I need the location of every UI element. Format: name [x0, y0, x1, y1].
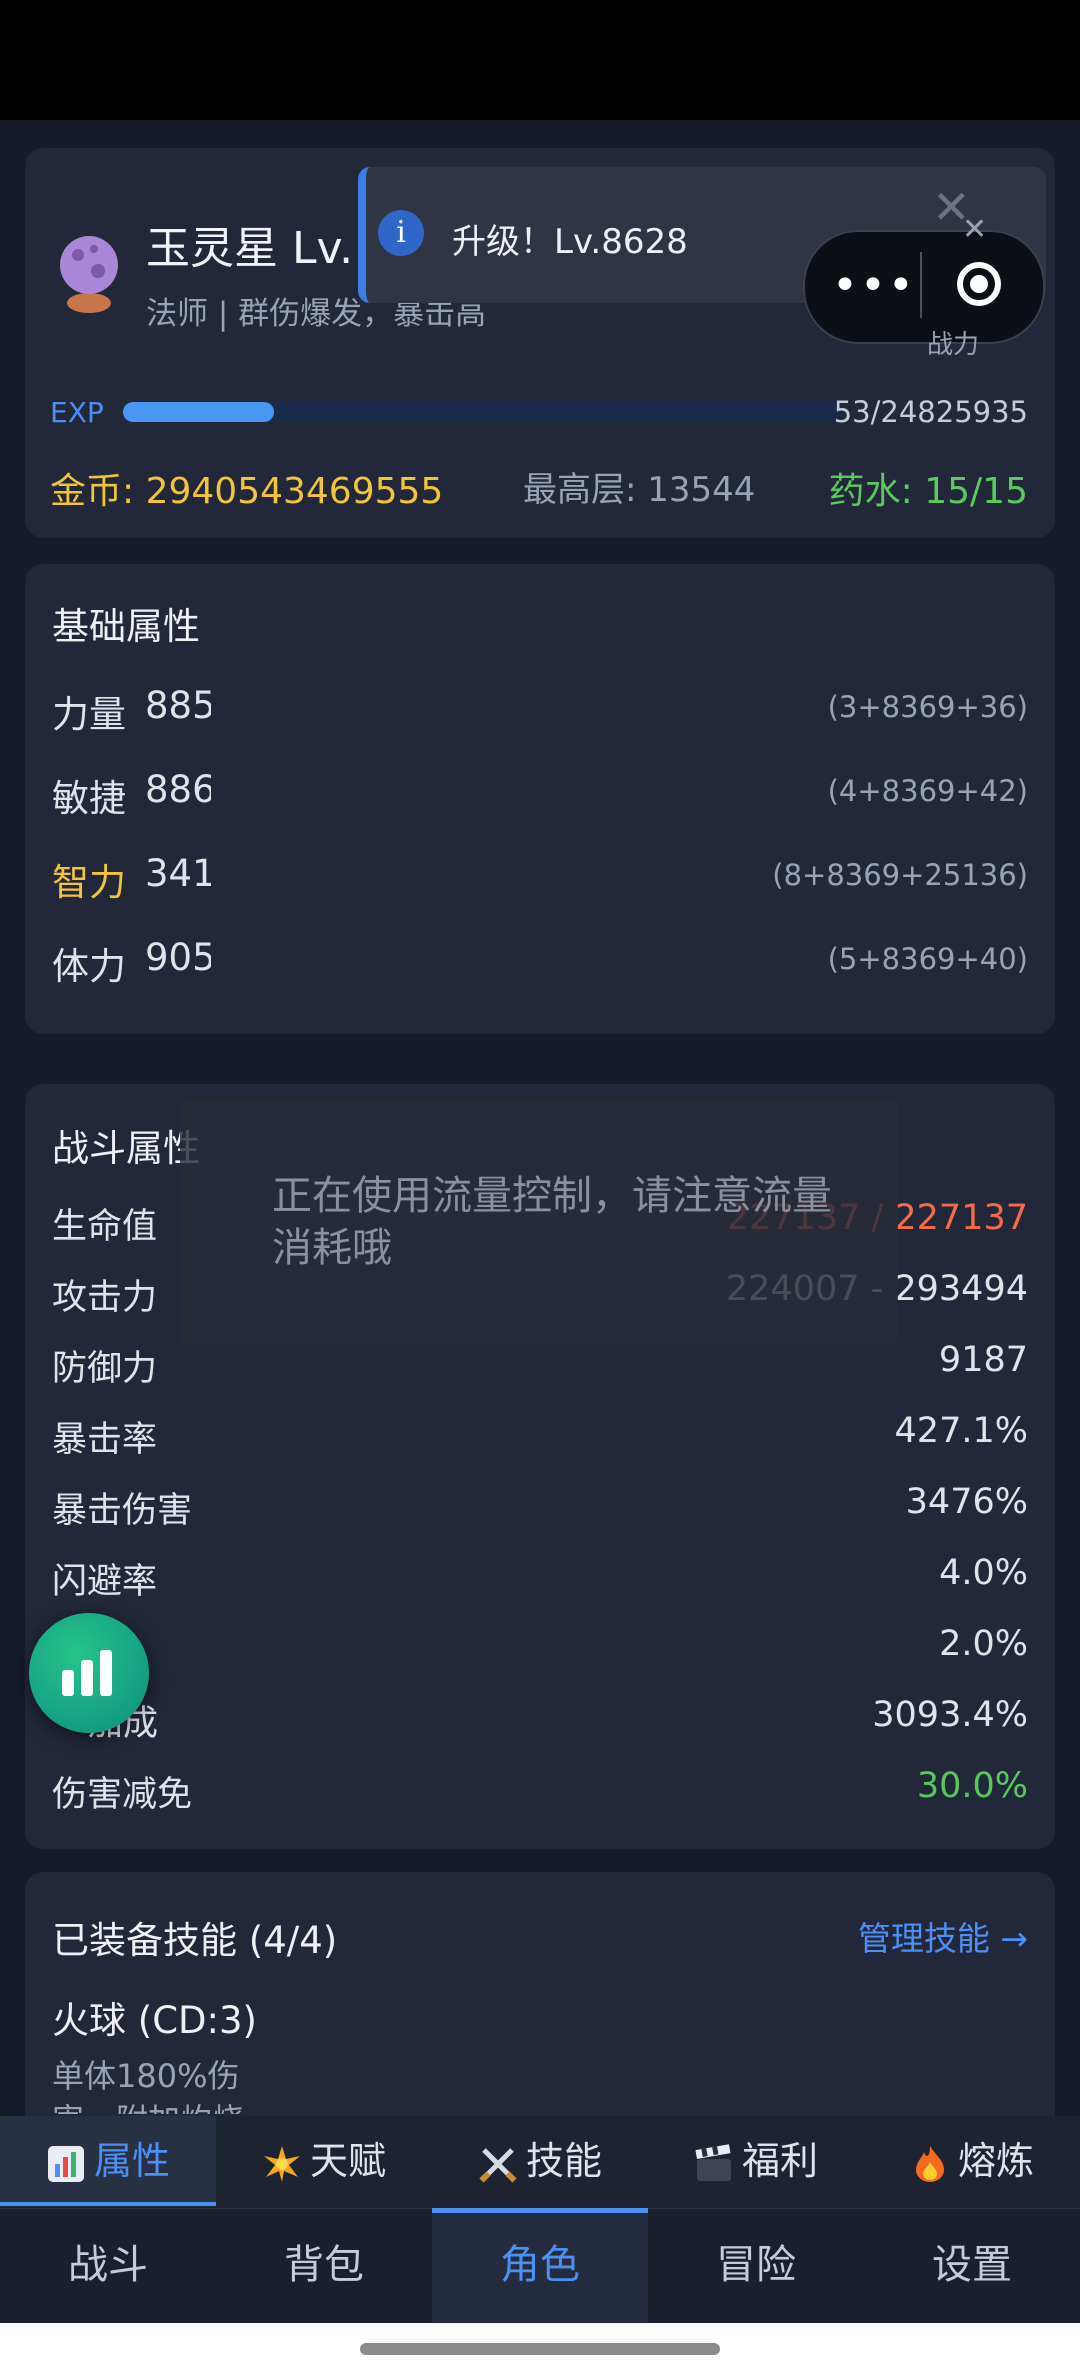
- attr-value: 905: [145, 936, 211, 979]
- power-label: 战力: [927, 330, 980, 360]
- combat-stat-value: 9187: [938, 1340, 1028, 1380]
- attr-value: 341: [145, 852, 211, 895]
- fire-icon: [915, 2145, 944, 2182]
- tab-label: 属性: [93, 2139, 170, 2183]
- home-indicator[interactable]: [360, 2343, 720, 2355]
- equipped-skills-title: 已装备技能 (4/4): [52, 1919, 338, 1962]
- attr-name: 体力: [52, 945, 126, 988]
- nav-bag[interactable]: 背包: [216, 2208, 432, 2323]
- attr-detail: (8+8369+25136): [772, 858, 1028, 892]
- swords-icon: [479, 2147, 517, 2183]
- tab-smelt[interactable]: 熔炼: [864, 2116, 1080, 2206]
- tab-label: 技能: [525, 2139, 602, 2183]
- clapper-icon: [695, 2143, 731, 2181]
- potion-count: 药水: 15/15: [828, 471, 1028, 512]
- toast-message: 升级！Lv.8628: [452, 222, 688, 262]
- combat-stat-name: 防御力: [52, 1349, 158, 1389]
- tab-attributes[interactable]: 属性: [0, 2116, 216, 2206]
- nav-adventure[interactable]: 冒险: [648, 2208, 864, 2323]
- more-options-icon[interactable]: •••: [832, 256, 914, 316]
- bar-chart-icon: [62, 1650, 112, 1696]
- chart-icon: [47, 2145, 84, 2182]
- exp-label: EXP: [50, 396, 104, 429]
- tab-talent[interactable]: 天赋: [216, 2116, 432, 2206]
- skill-name[interactable]: 火球 (CD:3): [52, 1990, 257, 2044]
- manage-skills-link[interactable]: 管理技能 →: [858, 1912, 1028, 1960]
- attr-detail: (5+8369+40): [827, 942, 1028, 976]
- combat-stat-value: 427.1%: [894, 1411, 1028, 1451]
- nav-settings[interactable]: 设置: [864, 2208, 1080, 2323]
- info-icon: i: [378, 210, 424, 256]
- skill-description: 单体180%伤害，附加灼烧: [52, 2057, 244, 2114]
- gold-amount: 金币: 2940543469555: [50, 471, 444, 512]
- max-floor: 最高层: 13544: [523, 470, 756, 510]
- attr-value: 885: [145, 684, 211, 727]
- attr-detail: (4+8369+42): [827, 774, 1028, 808]
- hero-name: 玉灵星 Lv.: [146, 223, 354, 274]
- close-miniprogram-icon[interactable]: [957, 262, 1001, 306]
- combat-stat-name: 暴击率: [52, 1420, 158, 1460]
- tab-skills[interactable]: 技能: [432, 2116, 648, 2206]
- attr-name: 敏捷: [52, 777, 126, 820]
- exp-value: 53/24825935: [833, 395, 1028, 429]
- tab-welfare[interactable]: 福利: [648, 2116, 864, 2206]
- tab-label: 天赋: [309, 2139, 386, 2183]
- combat-stat-name: 暴击伤害: [52, 1491, 193, 1531]
- section-title: 基础属性: [52, 605, 200, 648]
- tab-label: 福利: [741, 2139, 818, 2183]
- crystal-ball-icon: [60, 236, 118, 313]
- sparkle-icon: [263, 2145, 300, 2182]
- combat-stat-value: 3093.4%: [872, 1695, 1028, 1735]
- combat-stat-value: 3476%: [905, 1482, 1028, 1522]
- nav-battle[interactable]: 战斗: [0, 2208, 216, 2323]
- combat-stat-name: 攻击力: [52, 1278, 158, 1318]
- close-icon[interactable]: ✕: [962, 212, 987, 247]
- combat-stat-name: 伤害减免: [52, 1775, 193, 1815]
- combat-stat-name: 生命值: [52, 1207, 158, 1247]
- attr-name: 力量: [52, 693, 126, 736]
- combat-stat-value: 30.0%: [916, 1766, 1028, 1806]
- combat-stat-value: 4.0%: [939, 1553, 1028, 1593]
- nav-character[interactable]: 角色: [432, 2208, 648, 2323]
- status-bar: [0, 0, 1080, 120]
- attr-value: 886: [145, 768, 211, 811]
- combat-stat-value: 2.0%: [939, 1624, 1028, 1664]
- exp-bar-fill: [123, 402, 274, 422]
- section-title: 战斗属性: [52, 1127, 200, 1170]
- combat-stat-name: 闪避率: [52, 1562, 158, 1602]
- attr-detail: (3+8369+36): [827, 690, 1028, 724]
- attr-name: 智力: [52, 861, 126, 904]
- tab-label: 熔炼: [957, 2139, 1034, 2183]
- traffic-notice-text: 正在使用流量控制，请注意流量消耗哦: [272, 1173, 832, 1271]
- capsule-divider: [920, 252, 922, 318]
